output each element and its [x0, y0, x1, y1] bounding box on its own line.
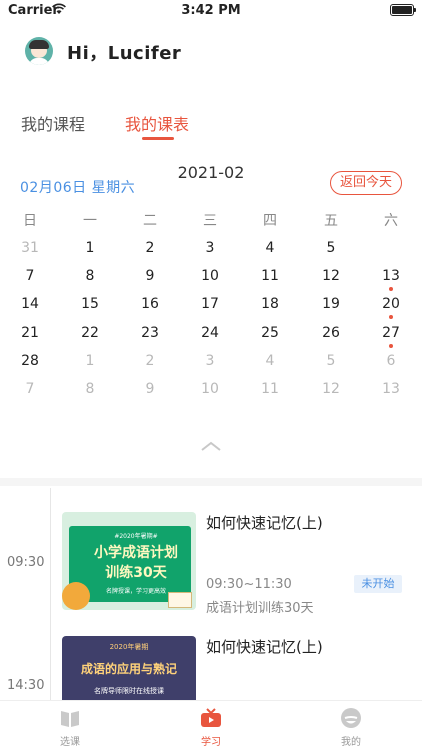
thumbnail-tag: #2020年暑期#	[114, 533, 158, 540]
calendar-day[interactable]: 8	[70, 264, 110, 288]
event-dot	[389, 344, 393, 348]
weekday-label: 日	[23, 213, 37, 229]
tab-my-courses[interactable]: 我的课程	[21, 111, 85, 135]
calendar-day[interactable]: 6	[371, 349, 411, 373]
calendar-day[interactable]: 9	[130, 264, 170, 288]
lesson-title[interactable]: 如何快速记忆(上)	[206, 512, 323, 533]
course-name: 成语计划训练30天	[206, 601, 314, 616]
status-badge: 未开始	[354, 575, 402, 593]
chevron-up-icon[interactable]	[200, 440, 222, 452]
calendar-day[interactable]: 18	[250, 292, 290, 316]
calendar-day[interactable]: 26	[311, 321, 351, 345]
calendar-day[interactable]: 27	[371, 321, 411, 345]
calendar-day[interactable]: 21	[10, 321, 50, 345]
tabbar-label: 学习	[201, 737, 221, 748]
thumbnail-subtitle: 名牌导师限时在线授课	[94, 687, 164, 695]
calendar-day[interactable]: 16	[130, 292, 170, 316]
calendar-day[interactable]: 10	[190, 264, 230, 288]
thumbnail-subtitle: 训练30天	[105, 565, 167, 581]
calendar-day[interactable]: 8	[70, 377, 110, 401]
calendar-day[interactable]: 11	[250, 264, 290, 288]
weekday-label: 五	[324, 213, 338, 229]
calendar-day[interactable]: 3	[190, 349, 230, 373]
calendar-day[interactable]: 3	[190, 236, 230, 260]
calendar-day[interactable]: 31	[10, 236, 50, 260]
calendar-day[interactable]: 25	[250, 321, 290, 345]
calendar-day[interactable]: 12	[311, 377, 351, 401]
weekday-label: 二	[143, 213, 157, 229]
clock: 3:42 PM	[181, 3, 241, 18]
calendar-day[interactable]: 7	[10, 264, 50, 288]
weekday-label: 一	[83, 213, 97, 229]
book-icon	[61, 711, 79, 727]
calendar-day[interactable]: 2	[130, 349, 170, 373]
weekday-label: 六	[384, 213, 398, 229]
calendar-day[interactable]: 2	[130, 236, 170, 260]
calendar-day[interactable]: 5	[311, 349, 351, 373]
selected-date: 02月06日 星期六	[20, 180, 136, 196]
calendar-day[interactable]: 1	[70, 349, 110, 373]
thumbnail-title: 成语的应用与熟记	[80, 662, 177, 676]
calendar-day[interactable]: 4	[250, 236, 290, 260]
event-dot	[389, 287, 393, 291]
calendar-day[interactable]: 9	[130, 377, 170, 401]
status-bar: Carrier 3:42 PM	[0, 0, 422, 22]
thumbnail-tag: 2020年暑期	[109, 643, 149, 651]
greeting-text: Hi，Lucifer	[67, 43, 182, 64]
tabbar-item-study[interactable]: 学习	[181, 707, 241, 748]
tab-my-schedule[interactable]: 我的课表	[125, 111, 189, 135]
calendar-day[interactable]: 10	[190, 377, 230, 401]
calendar-day[interactable]: 4	[250, 349, 290, 373]
thumbnail-title: 小学成语计划	[94, 545, 178, 561]
course-thumbnail[interactable]: #2020年暑期# 小学成语计划 训练30天 名牌授课，学习更高效	[62, 512, 196, 610]
tv-icon	[201, 708, 221, 727]
calendar-day[interactable]: 20	[371, 292, 411, 316]
weekday-label: 四	[263, 213, 277, 229]
weekday-label: 三	[203, 213, 217, 229]
timeline-line	[50, 488, 51, 708]
calendar-day[interactable]: 5	[311, 236, 351, 260]
course-thumbnail[interactable]: 2020年暑期 成语的应用与熟记 名牌导师限时在线授课	[62, 636, 196, 706]
active-tab-indicator	[142, 137, 174, 140]
tabbar-item-courses[interactable]: 选课	[40, 707, 100, 748]
tabbar-item-profile[interactable]: 我的	[321, 707, 381, 748]
calendar-day[interactable]: 6	[371, 235, 411, 260]
back-to-today-button[interactable]: 返回今天	[330, 171, 402, 195]
calendar-day[interactable]: 7	[10, 377, 50, 401]
calendar-day[interactable]: 12	[311, 264, 351, 288]
calendar-day[interactable]: 24	[190, 321, 230, 345]
section-divider	[0, 478, 422, 486]
lesson-time-range: 09:30~11:30	[206, 577, 292, 592]
calendar-day[interactable]: 15	[70, 292, 110, 316]
calendar-day[interactable]: 28	[10, 349, 50, 373]
calendar-day[interactable]: 1	[70, 236, 110, 260]
book-illustration	[168, 592, 192, 608]
calendar-day[interactable]: 11	[250, 377, 290, 401]
calendar-day[interactable]: 19	[311, 292, 351, 316]
avatar[interactable]	[25, 37, 53, 65]
decoration-icon	[62, 582, 90, 610]
calendar-day[interactable]: 13	[371, 264, 411, 288]
calendar-day[interactable]: 14	[10, 292, 50, 316]
calendar-day[interactable]: 23	[130, 321, 170, 345]
calendar-day[interactable]: 22	[70, 321, 110, 345]
calendar-day[interactable]: 17	[190, 292, 230, 316]
profile-icon	[341, 708, 361, 728]
tabbar-label: 选课	[60, 737, 80, 748]
battery-icon	[390, 4, 416, 16]
time-label: 09:30	[7, 555, 45, 570]
lesson-title[interactable]: 如何快速记忆(上)	[206, 636, 323, 657]
bottom-tab-bar: 选课 学习 我的	[0, 700, 422, 750]
tabbar-label: 我的	[341, 737, 361, 748]
calendar-day[interactable]: 13	[371, 377, 411, 401]
event-dot	[389, 315, 393, 319]
time-label: 14:30	[7, 678, 45, 693]
